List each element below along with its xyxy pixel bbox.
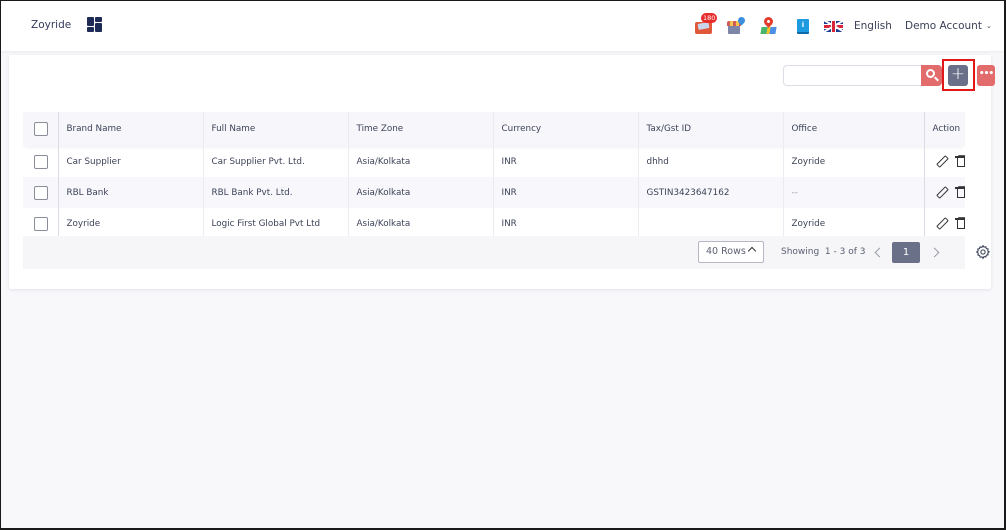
column-header-office[interactable]: Office: [782, 112, 924, 146]
store-location-icon[interactable]: [726, 15, 747, 36]
select-all-checkbox[interactable]: [34, 122, 48, 136]
cell-tax-id: dhhd: [637, 146, 783, 177]
account-name: Demo Account: [905, 20, 982, 32]
pagination-bar: 40 Rows Showing 1 - 3 of 3 1: [23, 236, 991, 269]
account-menu[interactable]: Demo Account ⌄: [905, 20, 992, 32]
delete-trash-icon[interactable]: [954, 218, 965, 230]
more-options-button[interactable]: •••: [977, 65, 995, 86]
table-row: Zoyride Logic First Global Pvt Ltd Asia/…: [23, 208, 965, 239]
cell-office: --: [782, 177, 924, 208]
dashboard-grid-icon[interactable]: [87, 17, 103, 33]
row-checkbox[interactable]: [34, 154, 48, 169]
cell-office: Zoyride: [782, 146, 924, 177]
content-card: + ••• Brand Name Full Name Time Zone Cur…: [9, 55, 995, 289]
app-window: Zoyride 180 i English Demo Account ⌄ + ••…: [0, 0, 1006, 530]
table-row: Car Supplier Car Supplier Pvt. Ltd. Asia…: [23, 146, 965, 177]
table-row: RBL Bank RBL Bank Pvt. Ltd. Asia/Kolkata…: [23, 177, 965, 208]
map-pin-icon[interactable]: [759, 15, 779, 36]
chevron-up-icon: [747, 246, 757, 256]
cell-brand-name: Zoyride: [57, 208, 203, 239]
chevron-down-icon: ⌄: [985, 22, 992, 30]
cell-brand-name: Car Supplier: [57, 146, 203, 177]
showing-count: Showing 1 - 3 of 3: [781, 247, 866, 257]
cell-full-name: Logic First Global Pvt Ltd: [202, 208, 348, 239]
edit-pencil-icon[interactable]: [937, 218, 947, 228]
mail-notification-icon[interactable]: 180: [694, 13, 718, 36]
current-page-button[interactable]: 1: [892, 242, 920, 263]
cell-currency: INR: [492, 146, 638, 177]
cell-currency: INR: [492, 208, 638, 239]
cell-time-zone: Asia/Kolkata: [347, 146, 493, 177]
brands-table: Brand Name Full Name Time Zone Currency …: [23, 112, 965, 239]
column-header-time-zone[interactable]: Time Zone: [347, 112, 493, 146]
rows-per-page-select[interactable]: 40 Rows: [698, 241, 764, 263]
language-selector[interactable]: English: [854, 20, 892, 32]
column-header-currency[interactable]: Currency: [492, 112, 638, 146]
edit-pencil-icon[interactable]: [937, 156, 947, 166]
row-checkbox[interactable]: [34, 185, 48, 200]
rows-per-page-value: 40 Rows: [706, 246, 746, 257]
table-header-row: Brand Name Full Name Time Zone Currency …: [23, 112, 965, 146]
cell-time-zone: Asia/Kolkata: [347, 177, 493, 208]
column-header-full-name[interactable]: Full Name: [202, 112, 348, 146]
top-navbar: Zoyride 180 i English Demo Account ⌄: [1, 1, 1004, 51]
previous-page-button[interactable]: [870, 244, 886, 260]
column-header-tax-id[interactable]: Tax/Gst ID: [637, 112, 783, 146]
uk-flag-icon[interactable]: [824, 21, 843, 32]
gear-icon[interactable]: [975, 244, 991, 260]
column-header-action: Action: [923, 112, 965, 146]
search-button[interactable]: [921, 65, 942, 86]
cell-full-name: RBL Bank Pvt. Ltd.: [202, 177, 348, 208]
search-input[interactable]: [783, 65, 923, 86]
column-header-brand-name[interactable]: Brand Name: [57, 112, 203, 146]
notification-badge: 180: [701, 13, 718, 23]
cell-brand-name: RBL Bank: [57, 177, 203, 208]
brand-name[interactable]: Zoyride: [31, 19, 71, 31]
delete-trash-icon[interactable]: [954, 187, 965, 199]
delete-trash-icon[interactable]: [954, 156, 965, 168]
cell-full-name: Car Supplier Pvt. Ltd.: [202, 146, 348, 177]
guide-book-icon[interactable]: i: [793, 16, 813, 36]
cell-currency: INR: [492, 177, 638, 208]
add-button-highlight: [942, 59, 975, 91]
cell-tax-id: GSTIN3423647162: [637, 177, 783, 208]
cell-tax-id: [637, 208, 783, 239]
next-page-button[interactable]: [928, 244, 944, 260]
edit-pencil-icon[interactable]: [937, 187, 947, 197]
cell-office: Zoyride: [782, 208, 924, 239]
row-checkbox[interactable]: [34, 216, 48, 231]
cell-time-zone: Asia/Kolkata: [347, 208, 493, 239]
